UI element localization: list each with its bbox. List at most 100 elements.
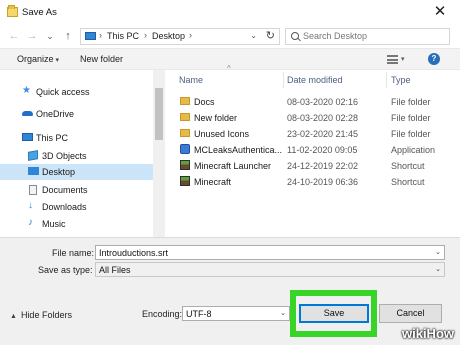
- chevron-up-icon: ▲: [10, 313, 17, 320]
- save-as-type-label: Save as type:: [38, 265, 93, 275]
- sidebar-item-label: This PC: [36, 133, 69, 143]
- back-arrow-icon[interactable]: ←: [8, 29, 20, 43]
- breadcrumb-desktop[interactable]: Desktop: [152, 31, 185, 41]
- music-icon: ♪: [28, 217, 33, 228]
- application-icon: [180, 144, 190, 154]
- file-type: File folder: [391, 97, 431, 107]
- sidebar-item-quick-access[interactable]: ★ Quick access: [0, 84, 153, 100]
- search-icon: [291, 32, 299, 40]
- search-placeholder: Search Desktop: [303, 31, 368, 41]
- download-icon: ↓: [28, 200, 33, 211]
- sidebar-item-label: OneDrive: [36, 109, 75, 119]
- sidebar-item-label: 3D Objects: [42, 151, 87, 161]
- sidebar-item-onedrive[interactable]: OneDrive: [0, 106, 153, 122]
- breadcrumb-separator-icon: ›: [144, 30, 147, 40]
- cloud-icon: [22, 111, 33, 116]
- save-as-type-select[interactable]: All Files ⌄: [95, 262, 445, 277]
- organize-button[interactable]: Organize ▾: [17, 54, 59, 64]
- navigation-scrollbar-thumb[interactable]: [155, 88, 163, 140]
- sidebar-item-desktop[interactable]: Desktop: [0, 164, 153, 180]
- organize-label: Organize: [17, 54, 54, 64]
- file-type: Shortcut: [391, 177, 425, 187]
- encoding-value: UTF-8: [186, 309, 212, 319]
- sidebar-item-documents[interactable]: Documents: [0, 182, 153, 198]
- file-date: 08-03-2020 02:16: [287, 97, 359, 107]
- folder-icon: [180, 97, 190, 105]
- address-dropdown-icon[interactable]: ⌄: [250, 31, 257, 40]
- file-name: MCLeaksAuthentica...: [194, 145, 283, 155]
- breadcrumb-this-pc[interactable]: This PC: [107, 31, 139, 41]
- column-header-date-modified[interactable]: Date modified: [287, 75, 343, 85]
- encoding-select[interactable]: UTF-8 ⌄: [182, 306, 290, 321]
- file-name-field[interactable]: Introuductions.srt ⌄: [95, 245, 445, 260]
- help-icon[interactable]: ?: [428, 53, 440, 65]
- file-type: Application: [391, 145, 436, 155]
- breadcrumb-separator-icon: ›: [99, 30, 102, 40]
- save-button[interactable]: Save: [299, 304, 369, 323]
- folder-icon: [7, 5, 18, 17]
- file-row[interactable]: Docs 08-03-2020 02:16 File folder: [170, 94, 460, 110]
- chevron-down-icon[interactable]: ▾: [401, 55, 405, 63]
- sidebar-item-label: Downloads: [42, 202, 87, 212]
- folder-icon: [180, 129, 190, 137]
- refresh-icon[interactable]: ↻: [266, 29, 275, 42]
- sidebar-item-label: Music: [42, 219, 66, 229]
- hide-folders-label: Hide Folders: [20, 310, 72, 320]
- file-name: Minecraft: [194, 177, 232, 187]
- file-type: Shortcut: [391, 161, 425, 171]
- column-divider[interactable]: [386, 72, 387, 88]
- file-row[interactable]: Minecraft Launcher 24-12-2019 22:02 Shor…: [170, 158, 460, 174]
- sidebar-item-music[interactable]: ♪ Music: [0, 216, 153, 232]
- title-bar: Save As ✕: [0, 0, 460, 26]
- file-date: 11-02-2020 09:05: [287, 145, 358, 155]
- navigation-bar: ← → ⌄ ↑ › This PC › Desktop › ⌄ ↻ Search…: [0, 26, 460, 48]
- sidebar-item-label: Documents: [42, 185, 88, 195]
- close-icon[interactable]: ✕: [432, 3, 448, 21]
- chevron-down-icon[interactable]: ⌄: [280, 309, 286, 317]
- file-name: Minecraft Launcher: [194, 161, 272, 171]
- file-row[interactable]: Unused Icons 23-02-2020 21:45 File folde…: [170, 126, 460, 142]
- documents-icon: [29, 185, 37, 195]
- up-arrow-icon[interactable]: ↑: [62, 29, 74, 43]
- cancel-button[interactable]: Cancel: [379, 304, 442, 323]
- pc-icon: [22, 133, 33, 141]
- file-date: 23-02-2020 21:45: [287, 129, 359, 139]
- column-divider[interactable]: [283, 72, 284, 88]
- hide-folders-button[interactable]: ▲ Hide Folders: [10, 310, 72, 320]
- sidebar-item-this-pc[interactable]: This PC: [0, 130, 153, 146]
- view-options-icon[interactable]: [387, 55, 398, 64]
- folder-icon: [180, 113, 190, 121]
- minecraft-icon: [180, 176, 190, 186]
- file-row[interactable]: Minecraft 24-10-2019 06:36 Shortcut: [170, 174, 460, 190]
- forward-arrow-icon[interactable]: →: [26, 29, 38, 43]
- wikihow-watermark: wikiHow: [401, 326, 454, 341]
- file-type: File folder: [391, 129, 431, 139]
- file-name-value: Introuductions.srt: [99, 248, 169, 258]
- search-input[interactable]: Search Desktop: [285, 28, 450, 45]
- file-row[interactable]: MCLeaksAuthentica... 11-02-2020 09:05 Ap…: [170, 142, 460, 158]
- chevron-down-icon[interactable]: ⌄: [435, 248, 441, 256]
- sort-ascending-icon: ^: [227, 64, 231, 73]
- chevron-down-icon[interactable]: ⌄: [435, 265, 441, 273]
- cube-icon: [28, 150, 38, 161]
- sidebar-item-downloads[interactable]: ↓ Downloads: [0, 199, 153, 215]
- save-as-type-value: All Files: [99, 265, 131, 275]
- file-date: 24-12-2019 22:02: [287, 161, 359, 171]
- star-icon: ★: [22, 85, 31, 96]
- recent-locations-chevron-icon[interactable]: ⌄: [44, 29, 56, 43]
- address-bar[interactable]: › This PC › Desktop › ⌄ ↻: [80, 28, 280, 45]
- file-type: File folder: [391, 113, 431, 123]
- pc-icon: [85, 32, 96, 40]
- sidebar-item-label: Quick access: [36, 87, 90, 97]
- new-folder-button[interactable]: New folder: [80, 54, 123, 64]
- file-date: 24-10-2019 06:36: [287, 177, 359, 187]
- file-name-label: File name:: [52, 248, 95, 258]
- desktop-icon: [28, 167, 39, 175]
- window-title: Save As: [22, 7, 57, 18]
- sidebar-item-3d-objects[interactable]: 3D Objects: [0, 148, 153, 164]
- file-name: New folder: [194, 113, 238, 123]
- column-header-name[interactable]: Name: [179, 75, 203, 85]
- minecraft-icon: [180, 160, 190, 170]
- file-row[interactable]: New folder 08-03-2020 02:28 File folder: [170, 110, 460, 126]
- column-header-type[interactable]: Type: [391, 75, 411, 85]
